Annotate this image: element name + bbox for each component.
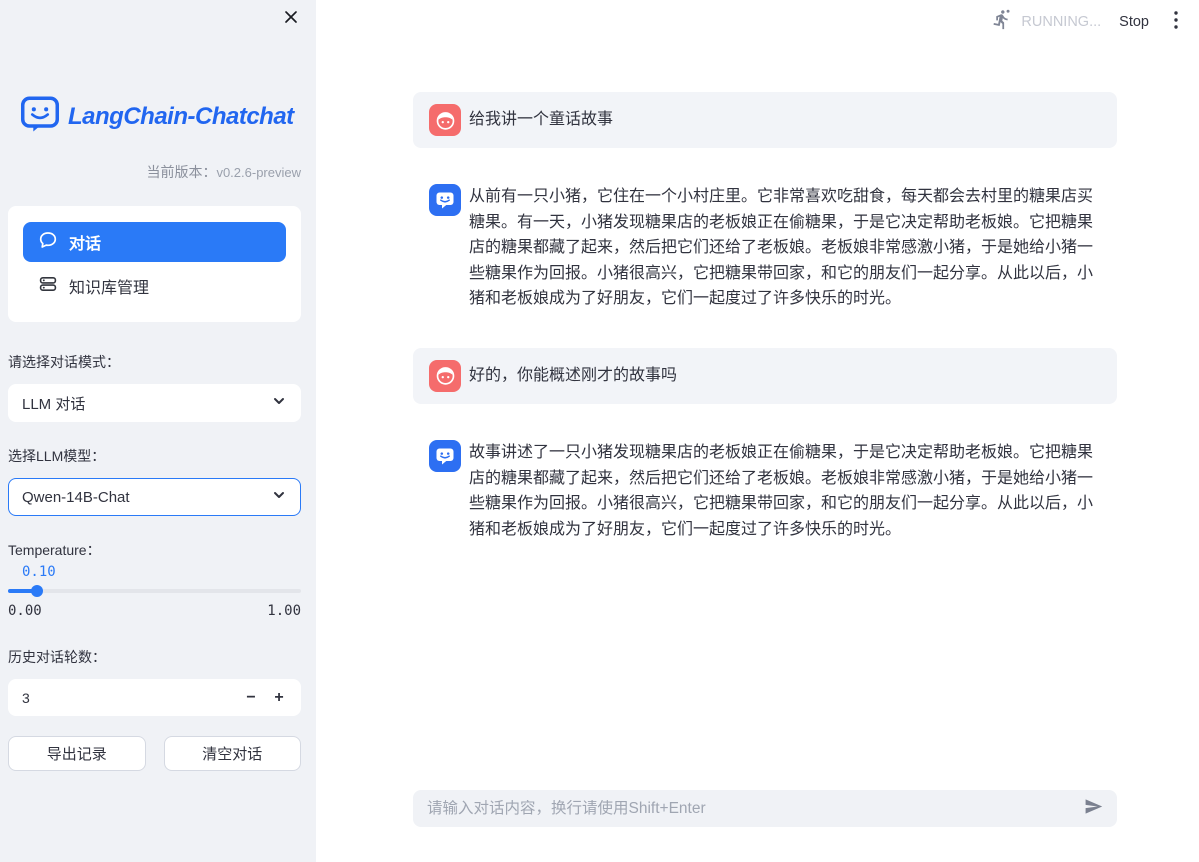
increment-button[interactable]: + bbox=[265, 684, 293, 712]
chat-message-user: 好的，你能概述刚才的故事吗 bbox=[413, 348, 1117, 404]
bot-avatar bbox=[429, 440, 461, 472]
app-title: LangChain-Chatchat bbox=[68, 103, 294, 131]
chat-bubble-smiley-logo-icon bbox=[20, 96, 60, 138]
chevron-down-icon bbox=[271, 393, 287, 413]
temperature-max-label: 1.00 bbox=[267, 603, 301, 619]
chat-message-assistant: 故事讲述了一只小猪发现糖果店的老板娘正在偷糖果，于是它决定帮助老板娘。它把糖果店… bbox=[413, 440, 1117, 542]
temperature-slider: 0.10 0.00 1.00 bbox=[8, 564, 301, 619]
app-logo: LangChain-Chatchat bbox=[20, 96, 301, 138]
history-rounds-value: 3 bbox=[22, 690, 237, 706]
llm-model-label: 选择LLM模型： bbox=[8, 446, 301, 466]
history-rounds-label: 历史对话轮数： bbox=[8, 647, 301, 667]
nav-item-label: 知识库管理 bbox=[69, 274, 149, 298]
llm-model-value: Qwen-14B-Chat bbox=[22, 489, 130, 506]
temperature-min-label: 0.00 bbox=[8, 603, 42, 619]
kebab-menu-icon bbox=[1174, 11, 1178, 34]
user-avatar bbox=[429, 104, 461, 136]
chat-input-bar bbox=[413, 790, 1117, 827]
chevron-down-icon bbox=[271, 487, 287, 507]
chat-message-assistant: 从前有一只小猪，它住在一个小村庄里。它非常喜欢吃甜食，每天都会去村里的糖果店买糖… bbox=[413, 184, 1117, 312]
chat-bubble-icon bbox=[39, 231, 57, 254]
bot-avatar bbox=[429, 184, 461, 216]
minus-icon: − bbox=[246, 689, 255, 707]
temperature-slider-thumb[interactable] bbox=[31, 585, 43, 597]
llm-model-select[interactable]: Qwen-14B-Chat bbox=[8, 478, 301, 516]
chat-input[interactable] bbox=[427, 800, 1081, 818]
message-text: 故事讲述了一只小猪发现糖果店的老板娘正在偷糖果，于是它决定帮助老板娘。它把糖果店… bbox=[469, 440, 1101, 542]
menu-button[interactable] bbox=[1167, 10, 1185, 34]
chat-history: 给我讲一个童话故事 从前有一只小猪，它住在一个小村庄里。它非常喜欢吃甜食，每天都… bbox=[413, 0, 1117, 862]
temperature-value: 0.10 bbox=[22, 564, 301, 580]
plus-icon: + bbox=[274, 689, 283, 707]
main-area: RUNNING... Stop 给我讲一个童话故事 bbox=[316, 0, 1199, 862]
clear-dialogue-button[interactable]: 清空对话 bbox=[164, 736, 302, 771]
nav-menu: 对话 知识库管理 bbox=[8, 206, 301, 322]
export-history-button[interactable]: 导出记录 bbox=[8, 736, 146, 771]
decrement-button[interactable]: − bbox=[237, 684, 265, 712]
sidebar: LangChain-Chatchat 当前版本：v0.2.6-preview 对… bbox=[0, 0, 316, 862]
history-rounds-input[interactable]: 3 − + bbox=[8, 679, 301, 716]
dialogue-mode-select[interactable]: LLM 对话 bbox=[8, 384, 301, 422]
version-value: v0.2.6-preview bbox=[216, 165, 301, 180]
dialogue-mode-label: 请选择对话模式： bbox=[8, 352, 301, 372]
nav-item-knowledge-base[interactable]: 知识库管理 bbox=[23, 266, 286, 306]
close-icon bbox=[283, 9, 299, 30]
temperature-label: Temperature： bbox=[8, 540, 301, 560]
nav-item-dialogue[interactable]: 对话 bbox=[23, 222, 286, 262]
dialogue-mode-value: LLM 对话 bbox=[22, 393, 85, 414]
nav-item-label: 对话 bbox=[69, 230, 101, 254]
chat-message-user: 给我讲一个童话故事 bbox=[413, 92, 1117, 148]
temperature-slider-track[interactable] bbox=[8, 589, 301, 593]
send-button[interactable] bbox=[1081, 797, 1105, 821]
server-stack-icon bbox=[39, 275, 57, 298]
send-icon bbox=[1084, 797, 1103, 821]
sidebar-close-button[interactable] bbox=[280, 8, 302, 30]
stop-button[interactable]: Stop bbox=[1119, 14, 1149, 30]
version-info: 当前版本：v0.2.6-preview bbox=[8, 162, 301, 182]
version-label: 当前版本： bbox=[146, 164, 216, 180]
message-text: 好的，你能概述刚才的故事吗 bbox=[469, 360, 677, 392]
message-text: 从前有一只小猪，它住在一个小村庄里。它非常喜欢吃甜食，每天都会去村里的糖果店买糖… bbox=[469, 184, 1101, 312]
user-avatar bbox=[429, 360, 461, 392]
message-text: 给我讲一个童话故事 bbox=[469, 104, 613, 136]
